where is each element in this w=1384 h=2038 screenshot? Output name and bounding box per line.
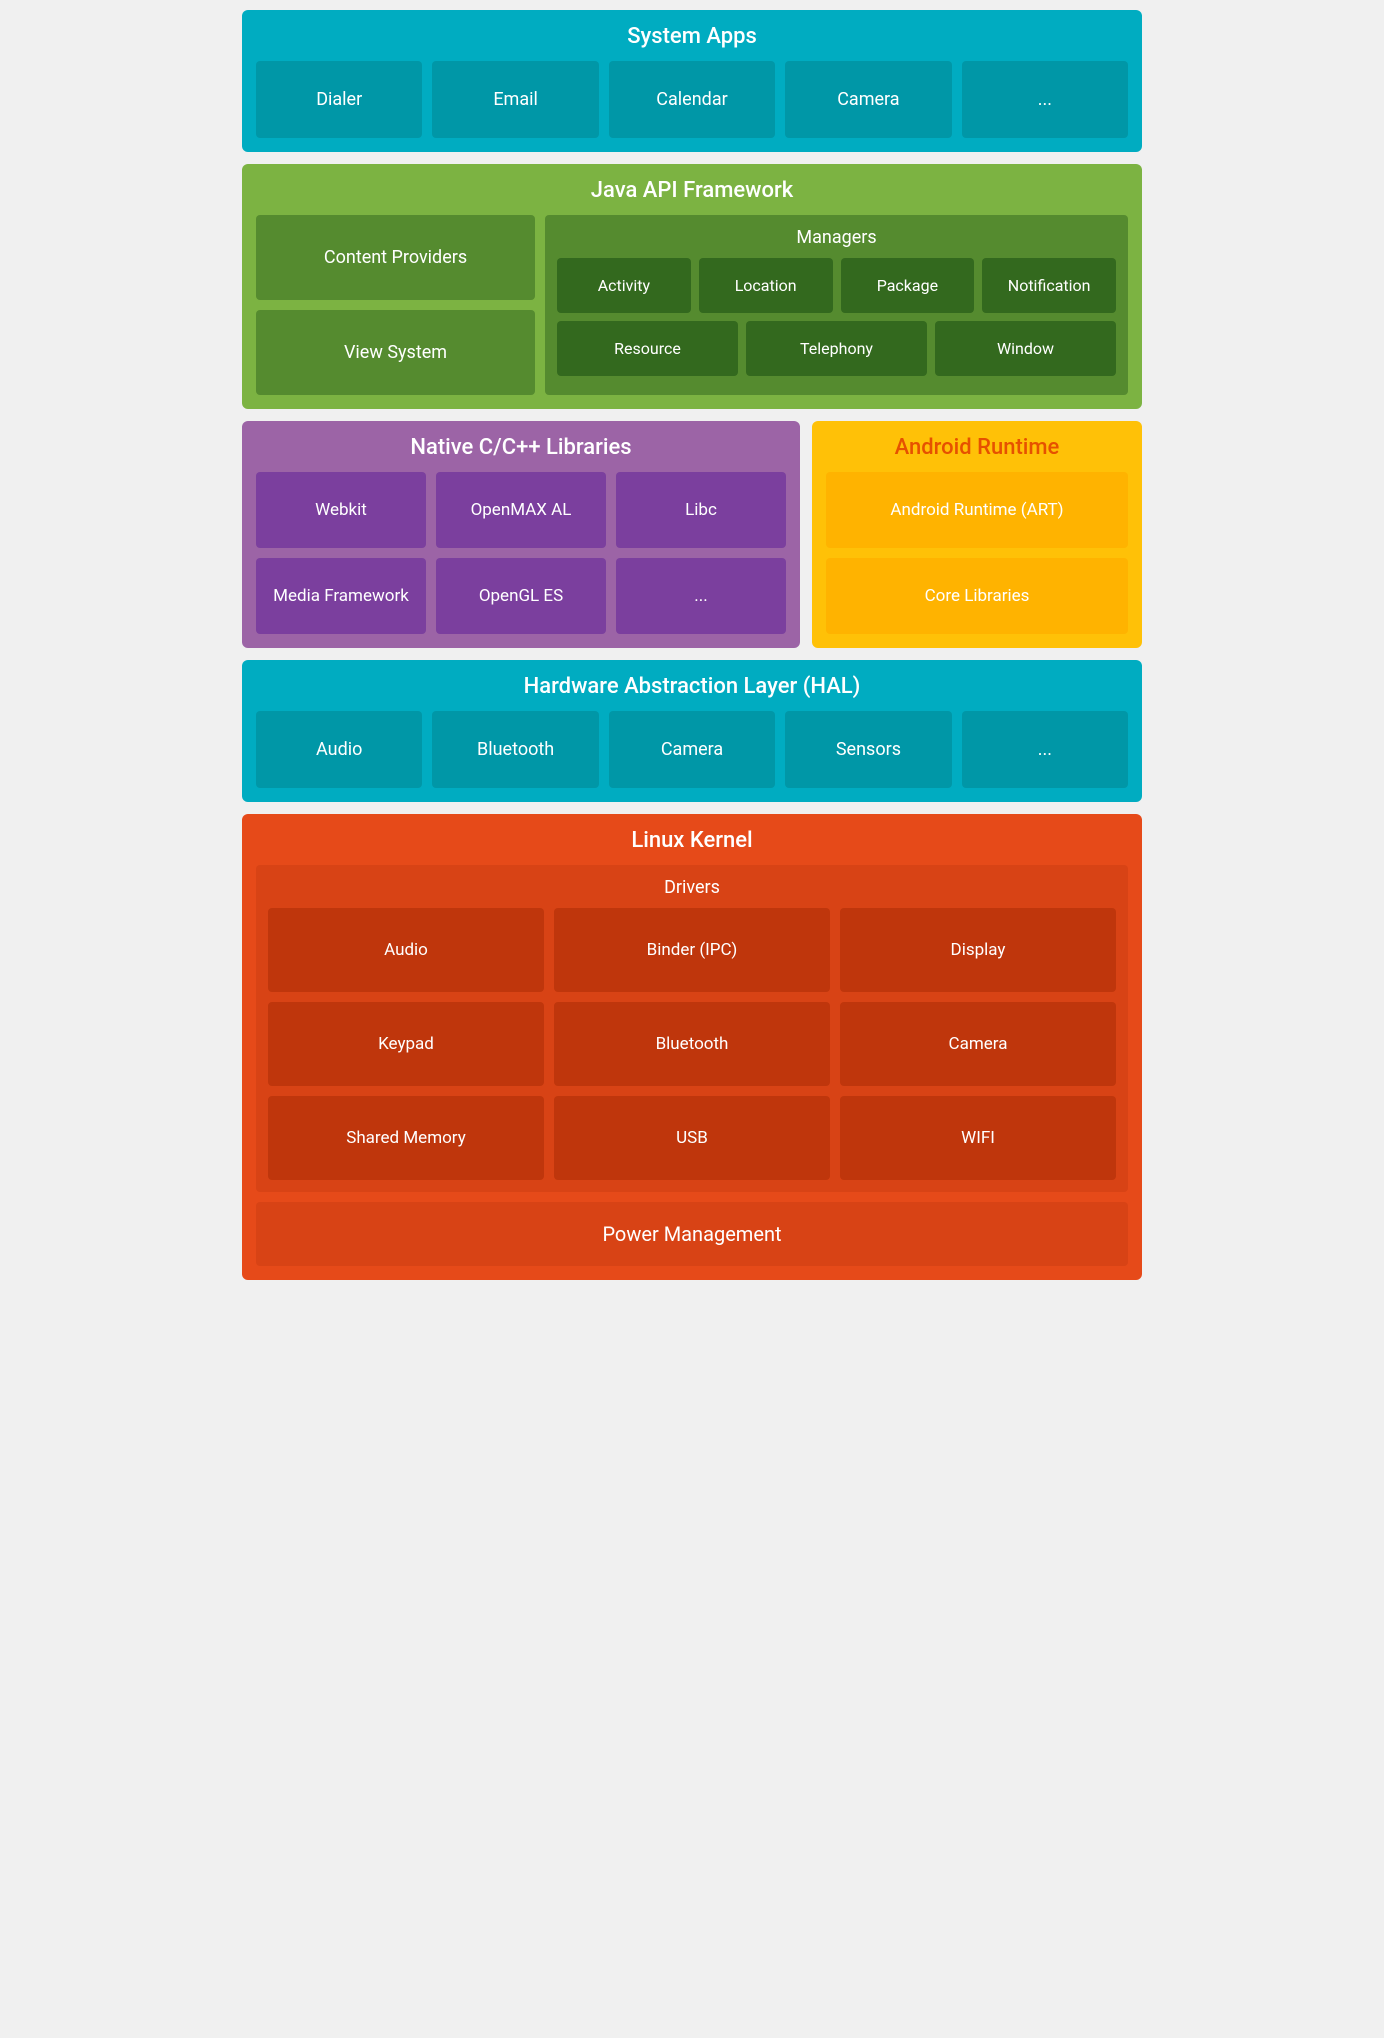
drivers-row1: Audio Binder (IPC) Display: [268, 908, 1116, 992]
java-api-layer: Java API Framework Content Providers Vie…: [242, 164, 1142, 409]
java-api-left: Content Providers View System: [256, 215, 535, 395]
core-libraries-card: Core Libraries: [826, 558, 1128, 634]
location-manager: Location: [699, 258, 833, 313]
android-architecture-diagram: System Apps Dialer Email Calendar Camera…: [242, 10, 1142, 1280]
linux-kernel-title: Linux Kernel: [256, 828, 1128, 853]
webkit-card: Webkit: [256, 472, 426, 548]
shared-memory-driver: Shared Memory: [268, 1096, 544, 1180]
managers-title: Managers: [557, 227, 1116, 248]
hal-audio-card: Audio: [256, 711, 422, 788]
hal-camera-card: Camera: [609, 711, 775, 788]
hal-layer: Hardware Abstraction Layer (HAL) Audio B…: [242, 660, 1142, 802]
display-driver: Display: [840, 908, 1116, 992]
native-row1: Webkit OpenMAX AL Libc: [256, 472, 786, 548]
wifi-driver: WIFI: [840, 1096, 1116, 1180]
art-card: Android Runtime (ART): [826, 472, 1128, 548]
media-framework-card: Media Framework: [256, 558, 426, 634]
managers-section: Managers Activity Location Package Notif…: [545, 215, 1128, 395]
keypad-driver: Keypad: [268, 1002, 544, 1086]
activity-manager: Activity: [557, 258, 691, 313]
hal-title: Hardware Abstraction Layer (HAL): [256, 674, 1128, 699]
hal-bluetooth-card: Bluetooth: [432, 711, 598, 788]
native-libs-title: Native C/C++ Libraries: [256, 435, 786, 460]
camera-driver: Camera: [840, 1002, 1116, 1086]
linux-kernel-layer: Linux Kernel Drivers Audio Binder (IPC) …: [242, 814, 1142, 1280]
system-apps-layer: System Apps Dialer Email Calendar Camera…: [242, 10, 1142, 152]
drivers-grid: Audio Binder (IPC) Display Keypad Blueto…: [268, 908, 1116, 1180]
openmax-card: OpenMAX AL: [436, 472, 606, 548]
android-runtime-title: Android Runtime: [826, 435, 1128, 460]
content-providers-card: Content Providers: [256, 215, 535, 300]
native-runtime-row: Native C/C++ Libraries Webkit OpenMAX AL…: [242, 421, 1142, 648]
notification-manager: Notification: [982, 258, 1116, 313]
power-management: Power Management: [256, 1202, 1128, 1266]
libc-card: Libc: [616, 472, 786, 548]
resource-manager: Resource: [557, 321, 738, 376]
view-system-card: View System: [256, 310, 535, 395]
calendar-card: Calendar: [609, 61, 775, 138]
system-apps-cards: Dialer Email Calendar Camera ...: [256, 61, 1128, 138]
hal-cards: Audio Bluetooth Camera Sensors ...: [256, 711, 1128, 788]
telephony-manager: Telephony: [746, 321, 927, 376]
hal-sensors-card: Sensors: [785, 711, 951, 788]
java-api-title: Java API Framework: [256, 178, 1128, 203]
native-libs-grid: Webkit OpenMAX AL Libc Media Framework O…: [256, 472, 786, 634]
drivers-row3: Shared Memory USB WIFI: [268, 1096, 1116, 1180]
hal-more-card: ...: [962, 711, 1128, 788]
email-card: Email: [432, 61, 598, 138]
java-api-content: Content Providers View System Managers A…: [256, 215, 1128, 395]
android-runtime-layer: Android Runtime Android Runtime (ART) Co…: [812, 421, 1142, 648]
bluetooth-driver: Bluetooth: [554, 1002, 830, 1086]
package-manager: Package: [841, 258, 975, 313]
audio-driver: Audio: [268, 908, 544, 992]
managers-row2: Resource Telephony Window: [557, 321, 1116, 376]
camera-card: Camera: [785, 61, 951, 138]
usb-driver: USB: [554, 1096, 830, 1180]
drivers-section: Drivers Audio Binder (IPC) Display Keypa…: [256, 865, 1128, 1192]
dialer-card: Dialer: [256, 61, 422, 138]
native-libs-layer: Native C/C++ Libraries Webkit OpenMAX AL…: [242, 421, 800, 648]
drivers-row2: Keypad Bluetooth Camera: [268, 1002, 1116, 1086]
managers-row1: Activity Location Package Notification: [557, 258, 1116, 313]
binder-driver: Binder (IPC): [554, 908, 830, 992]
native-row2: Media Framework OpenGL ES ...: [256, 558, 786, 634]
system-apps-title: System Apps: [256, 24, 1128, 49]
managers-grid: Activity Location Package Notification R…: [557, 258, 1116, 376]
more-card: ...: [962, 61, 1128, 138]
window-manager: Window: [935, 321, 1116, 376]
native-more-card: ...: [616, 558, 786, 634]
drivers-title: Drivers: [268, 877, 1116, 898]
opengl-card: OpenGL ES: [436, 558, 606, 634]
